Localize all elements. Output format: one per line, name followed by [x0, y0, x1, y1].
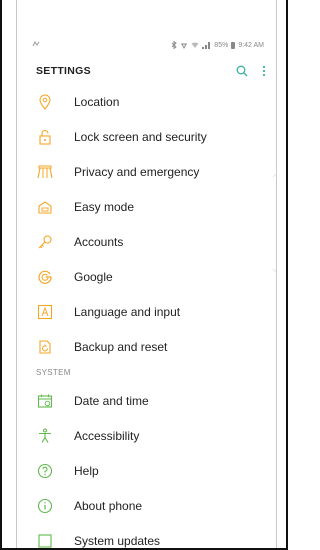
- divider: [16, 0, 17, 548]
- language-icon: [36, 303, 54, 321]
- location-icon: [36, 93, 54, 111]
- notification-icon: [32, 41, 52, 49]
- settings-item-label: Accessibility: [74, 429, 140, 443]
- edge-mark: [272, 268, 278, 274]
- easy-mode-icon: [36, 198, 54, 216]
- bluetooth-icon: [171, 41, 177, 49]
- settings-item-lock-screen[interactable]: Lock screen and security: [32, 121, 272, 153]
- backup-icon: [36, 338, 54, 356]
- key-icon: [36, 233, 54, 251]
- wifi-icon: [191, 42, 199, 48]
- settings-item-label: Lock screen and security: [74, 130, 207, 144]
- settings-item-date-time[interactable]: Date and time: [32, 385, 272, 417]
- edge-mark: [272, 172, 278, 178]
- more-vert-icon[interactable]: [262, 65, 266, 77]
- settings-item-accessibility[interactable]: Accessibility: [32, 420, 272, 452]
- settings-item-label: Date and time: [74, 394, 149, 408]
- settings-item-label: Accounts: [74, 235, 124, 249]
- battery-percent: 85%: [214, 41, 229, 49]
- settings-item-location[interactable]: Location: [32, 86, 272, 118]
- settings-item-help[interactable]: Help: [32, 455, 272, 487]
- settings-item-accounts[interactable]: Accounts: [32, 226, 272, 258]
- settings-item-backup[interactable]: Backup and reset: [32, 331, 272, 363]
- status-icons: 85% 9:42 AM: [171, 41, 264, 49]
- settings-item-easy-mode[interactable]: Easy mode: [32, 191, 272, 223]
- signal-icon: [202, 41, 211, 49]
- help-icon: [36, 462, 54, 480]
- privacy-icon: [36, 163, 54, 181]
- settings-item-label: Backup and reset: [74, 340, 168, 354]
- settings-item-google[interactable]: Google: [32, 261, 272, 293]
- settings-item-label: About phone: [74, 499, 143, 513]
- calendar-clock-icon: [36, 392, 54, 410]
- clock: 9:42 AM: [238, 41, 264, 49]
- settings-item-system-updates[interactable]: System updates: [32, 525, 272, 548]
- mute-icon: [181, 43, 188, 49]
- page-title: SETTINGS: [36, 65, 91, 77]
- search-icon[interactable]: [236, 65, 248, 77]
- settings-item-about-phone[interactable]: About phone: [32, 490, 272, 522]
- app-bar: SETTINGS: [36, 62, 266, 80]
- lock-icon: [36, 128, 54, 146]
- settings-item-label: Location: [74, 95, 120, 109]
- info-icon: [36, 497, 54, 515]
- settings-item-language[interactable]: Language and input: [32, 296, 272, 328]
- accessibility-icon: [36, 427, 54, 445]
- settings-item-privacy[interactable]: Privacy and emergency: [32, 156, 272, 188]
- app-bar-actions: [236, 65, 266, 77]
- system-update-icon: [36, 532, 54, 548]
- settings-item-label: Easy mode: [74, 200, 135, 214]
- divider: [276, 0, 277, 548]
- section-header-system: SYSTEM: [36, 368, 71, 377]
- settings-item-label: Language and input: [74, 305, 181, 319]
- settings-item-label: Privacy and emergency: [74, 165, 200, 179]
- battery-icon: [231, 41, 236, 49]
- settings-item-label: Google: [74, 270, 113, 284]
- phone-screen: 85% 9:42 AM SETTINGS Location Lock scree…: [0, 0, 288, 550]
- settings-item-label: Help: [74, 464, 99, 478]
- settings-item-label: System updates: [74, 534, 161, 548]
- status-bar: 85% 9:42 AM: [32, 39, 264, 51]
- google-icon: [36, 268, 54, 286]
